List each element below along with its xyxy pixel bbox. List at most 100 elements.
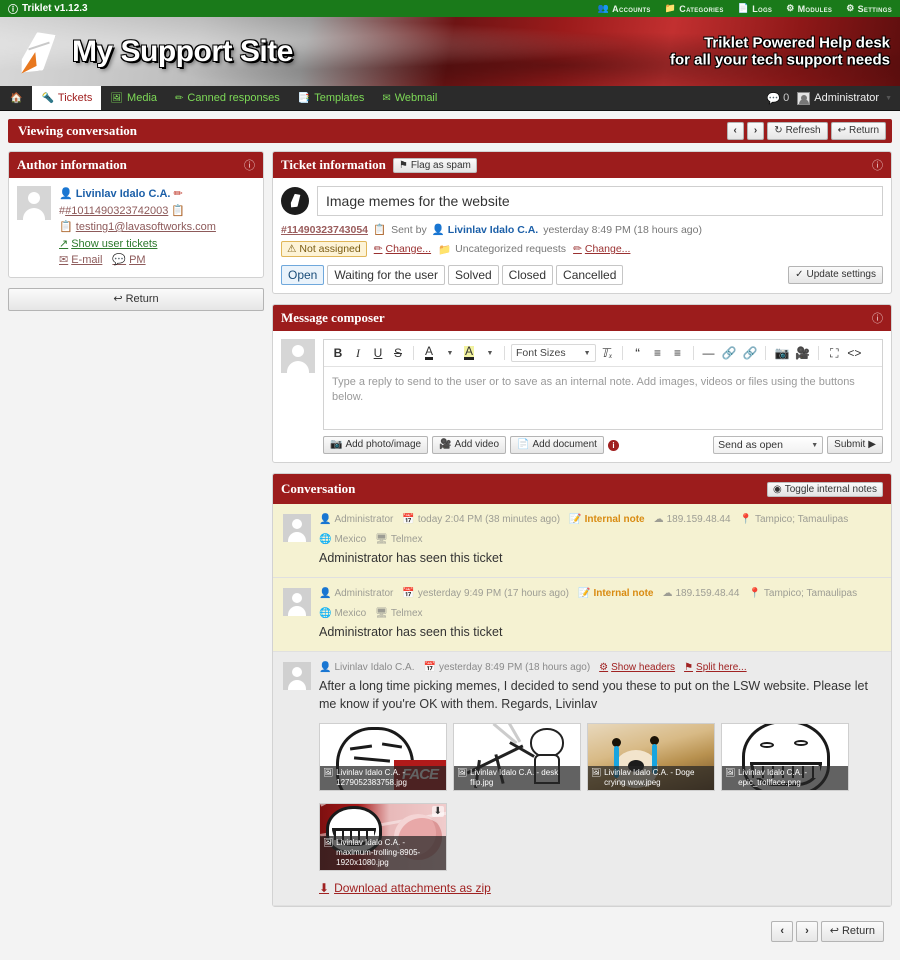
attachment-thumbnail[interactable]: ⬇ 🖼 Livinlav Idalo C.A. - maximum-trollin…: [319, 802, 447, 871]
copy-icon[interactable]: 📋: [373, 223, 386, 236]
clear-format-button[interactable]: 𝕋ₓ: [598, 344, 616, 362]
globe-icon: 🌐: [319, 608, 332, 620]
top-nav-modules[interactable]: ⚙ Modules: [786, 3, 832, 14]
return-button-sidebar[interactable]: ↩ Return: [8, 287, 264, 311]
status-closed-button[interactable]: Closed: [501, 265, 554, 285]
fullscreen-icon[interactable]: ⛶: [825, 344, 843, 362]
tab-webmail[interactable]: ✉ Webmail: [373, 86, 446, 110]
site-logo[interactable]: My Support Site: [0, 27, 293, 77]
tab-templates[interactable]: 📑 Templates: [289, 86, 374, 110]
download-attachments-zip-link[interactable]: ⬇ Download attachments as zip: [319, 881, 491, 895]
update-settings-button[interactable]: ✓ Update settings: [788, 266, 883, 284]
highlight-color-button[interactable]: A: [460, 344, 478, 362]
outdent-icon[interactable]: ≡: [669, 344, 687, 362]
add-photo-button[interactable]: 📷 Add photo/image: [323, 436, 429, 454]
split-here-link[interactable]: ⚑ Split here...: [684, 662, 747, 673]
refresh-button[interactable]: ↻ Refresh: [767, 122, 828, 140]
status-waiting-button[interactable]: Waiting for the user: [327, 265, 445, 285]
status-solved-button[interactable]: Solved: [447, 265, 499, 285]
tab-tickets[interactable]: 🔦 Tickets: [32, 86, 102, 110]
copy-icon[interactable]: 📋: [59, 221, 73, 233]
change-assignment-link[interactable]: ✏ Change...: [374, 243, 431, 255]
message-author: 👤 Administrator: [319, 514, 393, 525]
tab-canned-responses-label: Canned responses: [187, 92, 280, 104]
change-category-link[interactable]: ✏ Change...: [573, 243, 630, 255]
send-mode-select[interactable]: Send as open ▼: [713, 436, 824, 454]
tab-media[interactable]: 🖼 Media: [101, 86, 166, 110]
author-id-link[interactable]: #1011490323742003: [65, 205, 168, 217]
underline-button[interactable]: U: [369, 344, 387, 362]
bold-button[interactable]: B: [329, 344, 347, 362]
chat-icon: 💬: [766, 92, 781, 105]
image-icon: 🖼: [591, 768, 602, 777]
copy-icon[interactable]: 📋: [171, 205, 185, 217]
top-nav-logs[interactable]: 📄 Logs: [738, 3, 773, 14]
site-title: My Support Site: [72, 34, 293, 68]
ticket-id[interactable]: #11490323743054: [281, 224, 368, 236]
reply-textarea[interactable]: Type a reply to send to the user or to s…: [324, 367, 882, 429]
return-button-bottom[interactable]: ↩ Return: [820, 920, 884, 942]
edit-pencil-icon[interactable]: ✏: [174, 188, 183, 200]
download-icon[interactable]: ⬇: [431, 805, 444, 817]
next-ticket-button-bottom[interactable]: ›: [796, 920, 818, 942]
prev-ticket-button[interactable]: ‹: [726, 122, 744, 140]
attachment-thumbnail[interactable]: 🖼 Livinlav Idalo C.A. - desk flip.jpg: [453, 722, 581, 791]
tab-canned-responses[interactable]: ✏ Canned responses: [166, 86, 289, 110]
help-icon[interactable]: ⓘ: [244, 157, 255, 173]
info-icon[interactable]: i: [607, 439, 619, 451]
attachment-caption-label: Livinlav Idalo C.A. - 1279052383758.jpg: [336, 768, 407, 787]
message-time-label: today 2:04 PM (38 minutes ago): [417, 514, 561, 525]
status-cancelled-button[interactable]: Cancelled: [556, 265, 624, 285]
text-color-button[interactable]: A: [420, 344, 438, 362]
attachment-thumbnail[interactable]: 🖼 Livinlav Idalo C.A. - epic_trollface.pn…: [721, 722, 849, 791]
submit-button[interactable]: Submit ▶: [827, 436, 883, 454]
chevron-down-icon: ▼: [486, 349, 494, 357]
add-video-button[interactable]: 🎥 Add video: [432, 436, 507, 454]
highlight-color-dropdown[interactable]: ▼: [480, 344, 498, 362]
blockquote-button[interactable]: “: [629, 344, 647, 362]
italic-button[interactable]: I: [349, 344, 367, 362]
toolbar-divider: [765, 346, 767, 360]
account-menu[interactable]: Administrator ▼: [797, 91, 892, 105]
add-document-button[interactable]: 📄 Add document: [510, 436, 604, 454]
strikethrough-button[interactable]: S: [389, 344, 407, 362]
app-version-label: Triklet v1.12.3: [22, 3, 88, 14]
internal-note-label: Internal note: [584, 514, 645, 525]
chat-count[interactable]: 💬 0: [766, 92, 789, 105]
toggle-internal-notes-button[interactable]: ◉ Toggle internal notes: [766, 481, 883, 497]
unlink-icon[interactable]: 🔗: [741, 344, 760, 362]
top-nav-accounts[interactable]: 👥 Accounts: [598, 3, 651, 14]
file-icon: 📄: [737, 3, 750, 13]
help-icon[interactable]: ⓘ: [872, 310, 883, 326]
attachment-thumbnail[interactable]: 🖼 Livinlav Idalo C.A. - Doge crying wow.j…: [587, 722, 715, 791]
top-nav-categories[interactable]: 📁 Categories: [665, 3, 724, 14]
tab-home[interactable]: 🏠: [0, 86, 32, 110]
indent-icon[interactable]: ≡: [649, 344, 667, 362]
ticket-subject-input[interactable]: Image memes for the website: [317, 186, 883, 216]
author-email-link[interactable]: testing1@lavasoftworks.com: [76, 221, 216, 233]
next-ticket-button[interactable]: ›: [746, 122, 765, 140]
external-link-icon: ↗: [59, 237, 69, 250]
help-icon[interactable]: ⓘ: [872, 157, 883, 173]
video-icon[interactable]: 🎥: [793, 344, 812, 362]
flag-icon: ⚑: [684, 662, 694, 674]
show-headers-link[interactable]: ⚙ Show headers: [599, 662, 675, 673]
horizontal-rule-button[interactable]: —: [700, 344, 718, 362]
top-nav-settings[interactable]: ⚙ Settings: [846, 3, 892, 14]
status-open-button[interactable]: Open: [281, 265, 325, 285]
link-icon[interactable]: 🔗: [720, 344, 739, 362]
email-action-link[interactable]: ✉ E-mail: [59, 252, 102, 269]
author-name[interactable]: 👤 Livinlav Idalo C.A.: [59, 186, 170, 203]
show-user-tickets-link[interactable]: ↗ Show user tickets: [59, 236, 157, 253]
font-sizes-select[interactable]: Font Sizes ▼: [511, 344, 596, 362]
source-code-button[interactable]: <>: [845, 344, 863, 362]
attachment-thumbnail[interactable]: FACE 🖼Livinlav Idalo C.A. - 127905238375…: [319, 722, 447, 791]
return-button-top[interactable]: ↩ Return: [830, 122, 886, 140]
flag-as-spam-button[interactable]: ⚑ Flag as spam: [392, 157, 477, 173]
composer-panel-title: Message composer: [281, 310, 385, 325]
text-color-dropdown[interactable]: ▼: [440, 344, 458, 362]
camera-icon[interactable]: 📷: [772, 344, 791, 362]
pm-action-link[interactable]: 💬 PM: [112, 252, 145, 269]
prev-ticket-button-bottom[interactable]: ‹: [771, 920, 794, 942]
sent-by-user[interactable]: 👤 Livinlav Idalo C.A.: [432, 223, 539, 237]
